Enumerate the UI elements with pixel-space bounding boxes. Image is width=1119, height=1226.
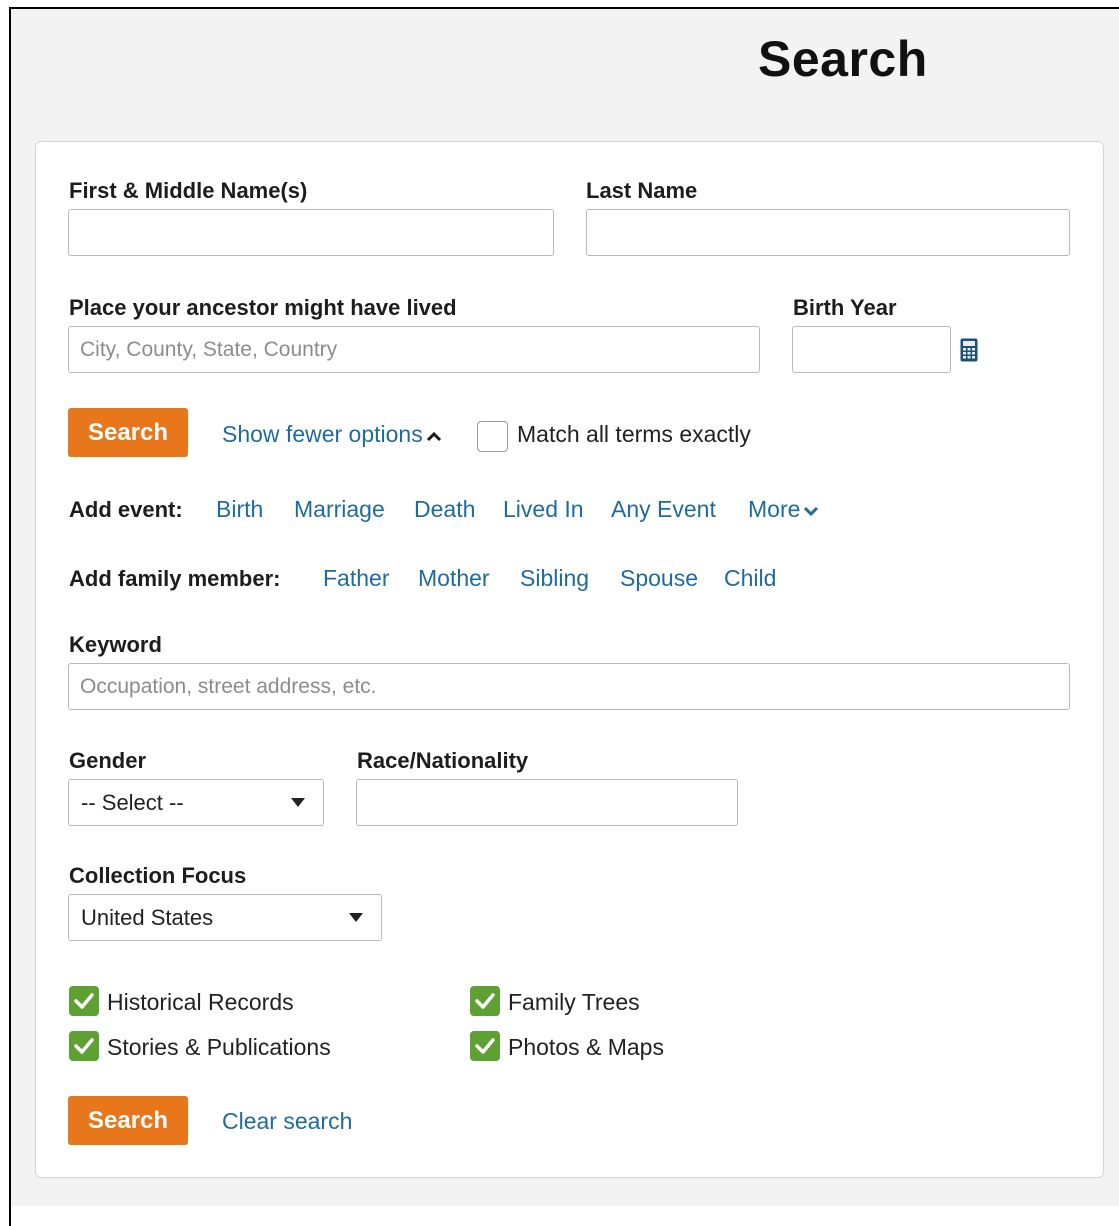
chevron-down-icon [804, 506, 819, 517]
checkmark-icon [475, 993, 495, 1009]
birth-year-input[interactable] [792, 326, 951, 373]
collection-focus-select[interactable]: United States [68, 894, 382, 941]
last-name-label: Last Name [586, 178, 698, 203]
add-event-death[interactable]: Death [414, 496, 475, 523]
race-input[interactable] [356, 779, 738, 826]
photos-maps-checkbox[interactable] [470, 1031, 500, 1061]
add-event-more[interactable]: More [748, 496, 819, 523]
add-family-spouse[interactable]: Spouse [620, 565, 698, 592]
match-exact-checkbox[interactable] [477, 421, 508, 452]
gender-select[interactable]: -- Select -- [68, 779, 324, 826]
page-title: Search [758, 31, 928, 87]
chevron-up-icon [426, 431, 441, 441]
add-event-marriage[interactable]: Marriage [294, 496, 385, 523]
add-event-lived-in[interactable]: Lived In [503, 496, 584, 523]
add-event-any-event[interactable]: Any Event [611, 496, 716, 523]
checkmark-icon [475, 1038, 495, 1054]
race-label: Race/Nationality [357, 748, 529, 773]
keyword-label: Keyword [69, 632, 162, 657]
first-name-input[interactable] [68, 209, 554, 256]
place-label: Place your ancestor might have lived [69, 295, 457, 320]
clear-search-link[interactable]: Clear search [222, 1108, 352, 1135]
add-family-sibling[interactable]: Sibling [520, 565, 589, 592]
family-trees-checkbox[interactable] [470, 986, 500, 1016]
gender-label: Gender [69, 748, 147, 773]
add-family-label: Add family member: [69, 566, 281, 591]
add-event-birth[interactable]: Birth [216, 496, 263, 523]
family-trees-label: Family Trees [508, 989, 640, 1015]
keyword-input[interactable] [68, 663, 1070, 710]
gender-selected-value: -- Select -- [81, 789, 184, 815]
last-name-input[interactable] [586, 209, 1070, 256]
place-input[interactable] [68, 326, 760, 373]
stories-publications-label: Stories & Publications [107, 1034, 331, 1060]
search-button[interactable]: Search [68, 408, 189, 457]
first-name-label: First & Middle Name(s) [69, 178, 308, 203]
collection-selected-value: United States [81, 904, 214, 930]
more-label: More [748, 496, 801, 522]
add-family-mother[interactable]: Mother [418, 565, 490, 592]
dropdown-arrow-icon [291, 798, 305, 807]
checkmark-icon [74, 1038, 94, 1054]
bottom-search-button[interactable]: Search [68, 1096, 189, 1145]
add-family-father[interactable]: Father [323, 565, 389, 592]
show-fewer-options-link[interactable]: Show fewer options [222, 421, 442, 448]
historical-records-label: Historical Records [107, 989, 294, 1015]
checkmark-icon [74, 993, 94, 1009]
add-event-label: Add event: [69, 497, 183, 522]
birth-year-label: Birth Year [793, 295, 897, 320]
photos-maps-label: Photos & Maps [508, 1034, 664, 1060]
add-family-child[interactable]: Child [724, 565, 776, 592]
historical-records-checkbox[interactable] [69, 986, 99, 1016]
dropdown-arrow-icon [349, 913, 363, 922]
show-fewer-options-label: Show fewer options [222, 421, 423, 447]
page-frame-bottom [11, 1206, 1119, 1226]
calculator-icon[interactable] [960, 338, 978, 362]
match-exact-label: Match all terms exactly [517, 421, 751, 447]
collection-focus-label: Collection Focus [69, 863, 247, 888]
stories-publications-checkbox[interactable] [69, 1031, 99, 1061]
